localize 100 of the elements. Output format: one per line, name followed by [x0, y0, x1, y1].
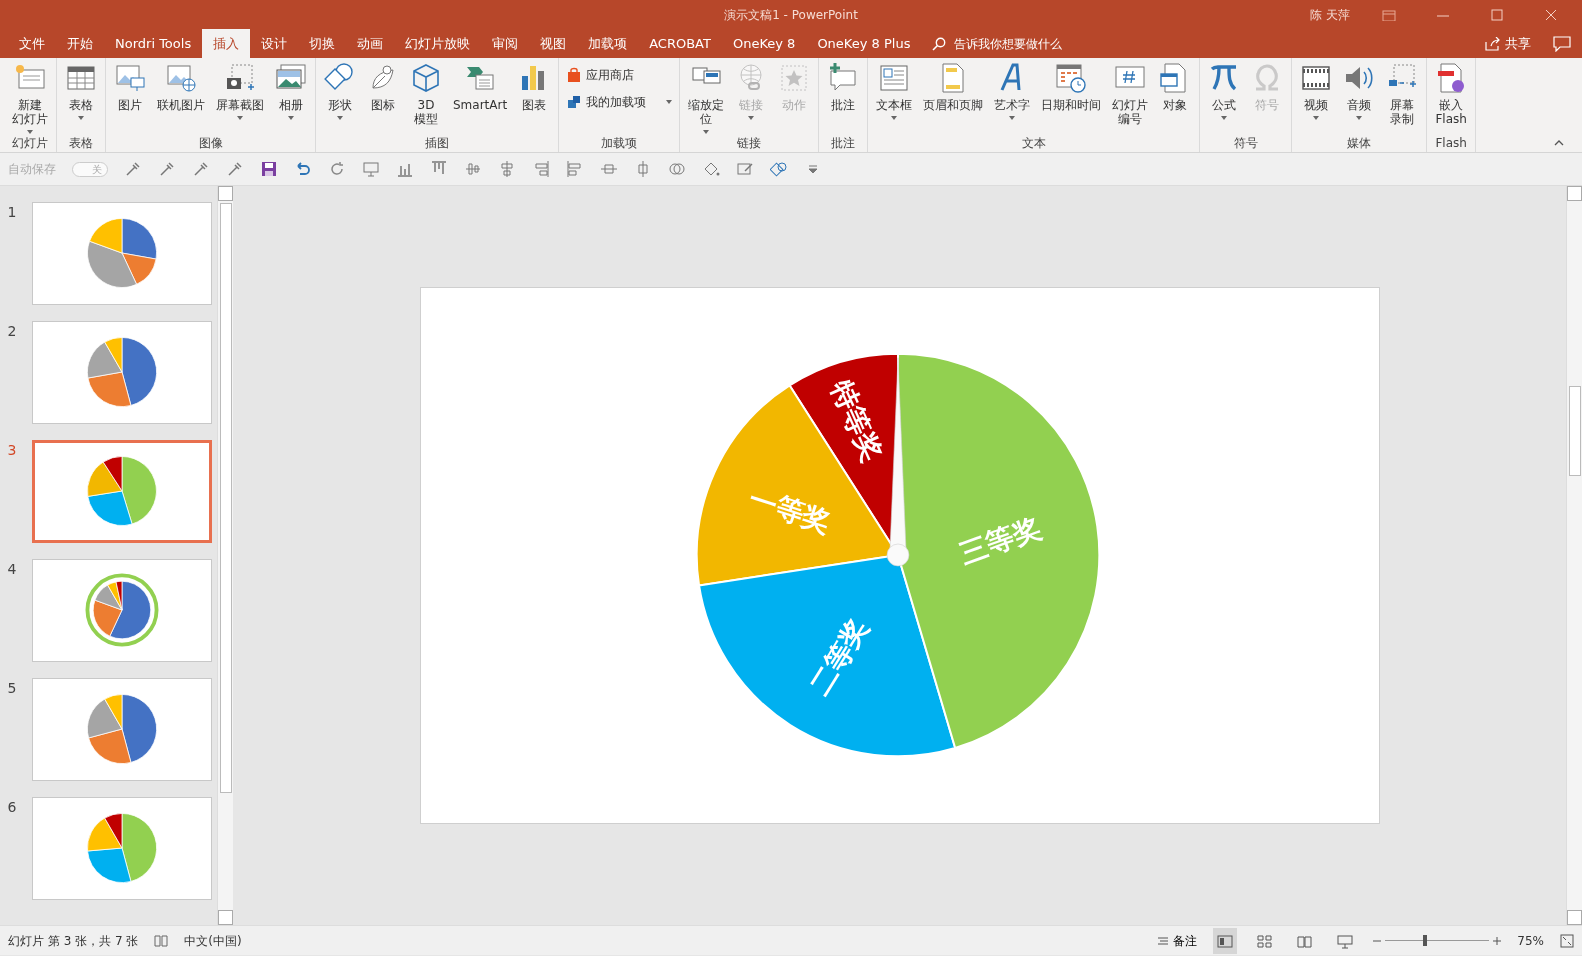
ribbon-tab[interactable]: OneKey 8	[721, 29, 807, 58]
collapse-ribbon-icon[interactable]	[1554, 140, 1564, 146]
caret-icon	[748, 116, 755, 120]
ribbon-button[interactable]: 幻灯片 编号	[1107, 62, 1154, 134]
group-label: Flash	[1434, 135, 1468, 152]
maximize-icon[interactable]	[1490, 9, 1504, 21]
slide-thumbnail[interactable]	[32, 440, 212, 543]
ribbon-tab[interactable]: 审阅	[481, 29, 530, 58]
ribbon-button[interactable]: 3D 模型	[405, 62, 447, 134]
ribbon-tab[interactable]: Nordri Tools	[104, 29, 203, 58]
ribbon-tab[interactable]: 开始	[56, 29, 104, 58]
group-label: 表格	[68, 135, 94, 152]
ribbon-tab[interactable]: 设计	[250, 29, 299, 58]
caret-icon	[78, 116, 84, 120]
group-label: 加载项	[600, 135, 639, 152]
ribbon-tab[interactable]: 文件	[8, 29, 56, 58]
group-label: 批注	[830, 135, 857, 152]
user-name: 陈 天萍	[1310, 6, 1350, 24]
slide-thumbnail[interactable]	[32, 797, 212, 900]
spinner-hub	[886, 543, 909, 567]
ribbon-button[interactable]: 新建 幻灯片	[7, 62, 53, 134]
slide-thumbnail[interactable]	[32, 321, 212, 424]
ribbon-button[interactable]: SmartArt	[448, 62, 513, 134]
comment-icon[interactable]	[1553, 36, 1571, 53]
ribbon-button[interactable]: 缩放定 位	[683, 62, 730, 134]
pie-slice	[121, 218, 157, 260]
slide-number: 1	[6, 203, 18, 222]
share-icon	[1485, 36, 1501, 51]
slide-thumbnail[interactable]	[32, 678, 212, 781]
ribbon-options-icon[interactable]	[1382, 9, 1396, 21]
book-icon[interactable]	[1297, 933, 1314, 949]
slide-thumbnail[interactable]	[32, 559, 212, 662]
group-label: 链接	[736, 135, 763, 152]
ribbon-button[interactable]: 页眉和页脚	[918, 62, 989, 134]
ribbon-button[interactable]: 我的加载项	[562, 89, 677, 115]
normal-view-icon[interactable]	[1217, 933, 1234, 949]
zoom-in-icon[interactable]	[1493, 936, 1502, 945]
ribbon-tab[interactable]: 视图	[529, 29, 578, 58]
zoom-thumb[interactable]	[1422, 935, 1427, 946]
grid-view-icon[interactable]	[1257, 933, 1274, 949]
caret-icon	[1009, 116, 1016, 120]
ribbon-button[interactable]: 公式	[1203, 62, 1246, 134]
ribbon-button[interactable]: 对象	[1154, 62, 1197, 134]
ribbon-button[interactable]: 音频	[1338, 62, 1381, 134]
ribbon-button[interactable]: 视频	[1295, 62, 1338, 134]
ribbon-button[interactable]: 屏幕 录制	[1381, 62, 1424, 134]
prize-label: 三等奖	[954, 510, 1045, 571]
ribbon-button[interactable]: 图标	[362, 62, 404, 134]
text-box-icon	[878, 62, 911, 94]
align-right-icon[interactable]	[532, 160, 550, 179]
slide-number: 2	[6, 322, 18, 341]
scrollbar[interactable]	[1566, 186, 1582, 925]
ribbon-button[interactable]: 图表	[513, 62, 556, 134]
ribbon-button[interactable]: 日期和时间	[1036, 62, 1107, 134]
share-button[interactable]: 共享	[1474, 29, 1542, 58]
ribbon-button[interactable]: 艺术字	[989, 62, 1036, 134]
ribbon-button[interactable]: 屏幕截图	[211, 62, 269, 134]
ribbon-button[interactable]: 表格	[60, 62, 102, 134]
caret-icon	[1221, 116, 1228, 120]
caret-icon	[27, 130, 33, 134]
ribbon-button[interactable]: 应用商店	[562, 62, 677, 88]
autosave-label: 自动保存	[8, 161, 56, 178]
align-left-icon[interactable]	[566, 160, 584, 179]
search-icon	[932, 36, 947, 51]
save-icon[interactable]	[260, 160, 278, 179]
window-title: 演示文稿1 - PowerPoint	[724, 6, 858, 24]
align-center-icon[interactable]	[498, 160, 516, 179]
slide-thumbnail[interactable]	[32, 202, 212, 305]
ribbon-tab[interactable]: ACROBAT	[638, 29, 722, 58]
ribbon-tab[interactable]: 加载项	[577, 29, 639, 58]
ribbon-button[interactable]: 文本框	[871, 62, 918, 134]
shapes-icon[interactable]	[770, 160, 788, 179]
cube-icon	[410, 62, 442, 94]
caret-icon	[337, 116, 343, 120]
ribbon-button[interactable]: 图片	[109, 62, 151, 134]
presentation-icon[interactable]	[362, 160, 380, 179]
prize-label: 二等奖	[802, 612, 875, 702]
ribbon-button[interactable]: 嵌入 Flash	[1430, 62, 1473, 134]
scrollbar[interactable]	[217, 186, 233, 925]
ribbon-tab[interactable]: 切换	[298, 29, 347, 58]
ribbon-button[interactable]: 批注	[822, 62, 865, 134]
close-icon[interactable]	[1544, 9, 1558, 21]
group-label: 图像	[197, 135, 224, 152]
notes-button[interactable]: 备注	[1157, 931, 1198, 950]
slide-number: 5	[6, 679, 18, 698]
store-bag-icon	[566, 67, 583, 83]
ribbon-tab[interactable]: 幻灯片放映	[394, 29, 482, 58]
group-label: 幻灯片	[11, 135, 49, 152]
ribbon-tab[interactable]: 动画	[346, 29, 395, 58]
calendar-clock-icon	[1055, 62, 1088, 94]
presenter-icon[interactable]	[1337, 933, 1354, 949]
tell-me-search[interactable]: 告诉我你想要做什么	[921, 29, 1074, 58]
ribbon-tab[interactable]: OneKey 8 Plus	[806, 29, 922, 58]
ribbon-button[interactable]: 联机图片	[152, 62, 210, 134]
caret-icon	[666, 100, 673, 104]
caret-icon	[891, 116, 898, 120]
ribbon-button[interactable]: 形状	[319, 62, 361, 134]
ribbon-button[interactable]: 相册	[270, 62, 312, 134]
fit-window-icon[interactable]	[1560, 933, 1574, 948]
ribbon-tab[interactable]: 插入	[202, 29, 251, 58]
